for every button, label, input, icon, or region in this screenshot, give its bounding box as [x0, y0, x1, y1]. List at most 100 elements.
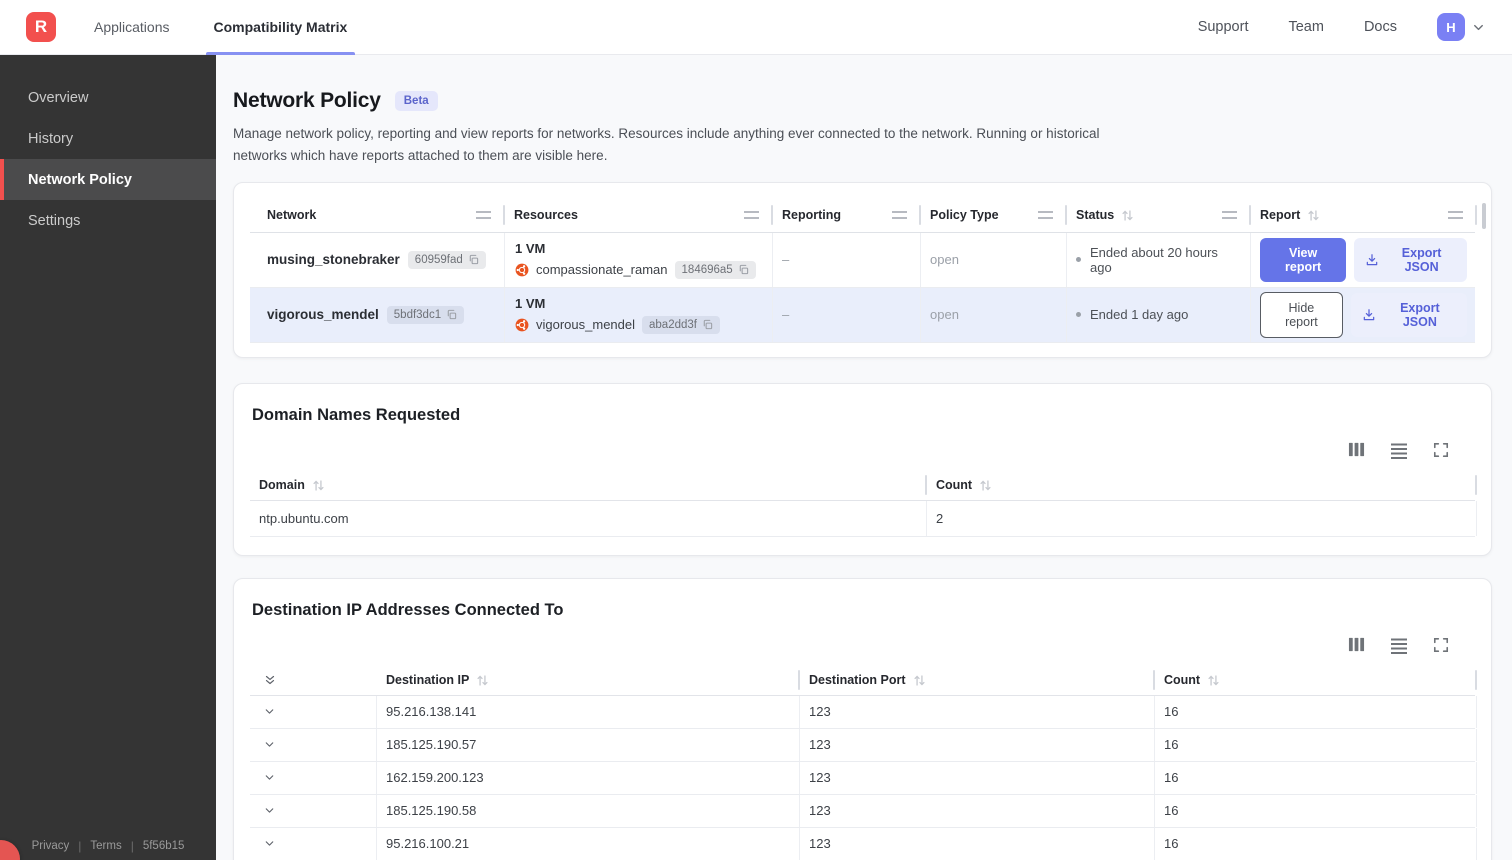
column-label: Status — [1076, 208, 1115, 223]
sort-icon[interactable] — [979, 479, 992, 492]
resource-name: compassionate_raman — [536, 262, 668, 278]
export-json-button[interactable]: Export JSON — [1354, 237, 1467, 282]
hide-report-button[interactable]: Hide report — [1260, 291, 1343, 338]
drag-handle-icon[interactable] — [1448, 211, 1463, 220]
app-logo[interactable]: R — [26, 12, 56, 42]
sort-icon[interactable] — [476, 674, 489, 687]
chevron-down-icon[interactable] — [263, 738, 276, 751]
link-docs[interactable]: Docs — [1364, 19, 1397, 35]
column-header-policy-type: Policy Type — [921, 205, 1067, 226]
caret-down-icon[interactable] — [1471, 20, 1486, 35]
destination-ip-value: 162.159.200.123 — [377, 761, 800, 794]
top-bar: R Applications Compatibility Matrix Supp… — [0, 0, 1512, 55]
card-title: Destination IP Addresses Connected To — [252, 600, 564, 619]
column-label: Policy Type — [930, 208, 999, 223]
column-label: Destination Port — [809, 673, 906, 688]
terms-link[interactable]: Terms — [90, 840, 121, 852]
rows-icon[interactable] — [1390, 636, 1408, 654]
beta-badge: Beta — [394, 91, 438, 111]
sort-icon[interactable] — [913, 674, 926, 687]
sort-icon[interactable] — [1207, 674, 1220, 687]
column-label: Count — [936, 478, 973, 493]
column-header-status: Status — [1067, 205, 1251, 226]
drag-handle-icon[interactable] — [1038, 211, 1053, 220]
drag-handle-icon[interactable] — [744, 211, 759, 220]
network-id-badge: 5bdf3dc1 — [386, 305, 465, 324]
column-header-resources: Resources — [505, 205, 773, 226]
destination-ip-value: 185.125.190.58 — [377, 794, 800, 827]
sidebar-item-network-policy[interactable]: Network Policy — [0, 159, 216, 200]
copy-icon[interactable] — [738, 264, 749, 275]
fullscreen-icon[interactable] — [1433, 637, 1449, 653]
fullscreen-icon[interactable] — [1433, 442, 1449, 458]
column-label: Domain — [259, 478, 305, 493]
top-bar-right: Support Team Docs H — [1198, 13, 1486, 41]
sort-icon[interactable] — [312, 479, 325, 492]
network-id-badge: 60959fad — [407, 250, 486, 269]
column-divider — [1475, 475, 1477, 496]
network-name: musing_stonebraker — [267, 252, 400, 268]
chevron-down-icon[interactable] — [263, 837, 276, 850]
tab-compatibility-matrix[interactable]: Compatibility Matrix — [205, 0, 356, 55]
column-label: Destination IP — [386, 673, 470, 688]
columns-icon[interactable] — [1348, 636, 1365, 653]
sidebar: Overview History Network Policy Settings… — [0, 55, 216, 860]
drag-handle-icon[interactable] — [892, 211, 907, 220]
network-row[interactable]: vigorous_mendel 5bdf3dc1 1 VM vigorous_m… — [250, 287, 1475, 343]
expand-all-header — [250, 673, 377, 687]
column-header-reporting: Reporting — [773, 205, 921, 226]
destination-row: 185.125.190.58 123 16 — [250, 794, 1477, 828]
networks-table-header: Network Resources Reporting Policy Type … — [250, 199, 1477, 233]
column-divider — [1475, 670, 1477, 691]
avatar[interactable]: H — [1437, 13, 1465, 41]
drag-handle-icon[interactable] — [1222, 211, 1237, 220]
sidebar-item-history[interactable]: History — [0, 118, 216, 159]
destination-ip-value: 95.216.138.141 — [377, 695, 800, 728]
reporting-value: – — [773, 232, 921, 287]
link-support[interactable]: Support — [1198, 19, 1249, 35]
network-id: 5bdf3dc1 — [393, 308, 442, 321]
count-value: 16 — [1155, 728, 1477, 761]
table-toolbar — [250, 441, 1449, 459]
user-menu[interactable]: H — [1437, 13, 1486, 41]
sidebar-item-overview[interactable]: Overview — [0, 77, 216, 118]
export-json-label: Export JSON — [1401, 245, 1442, 274]
copy-icon[interactable] — [468, 254, 479, 265]
destination-port-value: 123 — [800, 827, 1155, 860]
double-chevron-down-icon[interactable] — [263, 673, 277, 687]
status-dot — [1076, 257, 1081, 263]
column-header-network: Network — [250, 205, 505, 226]
sort-icon[interactable] — [1307, 209, 1320, 222]
resource-id: aba2dd3f — [649, 318, 697, 331]
destination-port-value: 123 — [800, 728, 1155, 761]
chevron-down-icon[interactable] — [263, 771, 276, 784]
sort-icon[interactable] — [1121, 209, 1134, 222]
scrollbar-thumb[interactable] — [1482, 202, 1486, 229]
footer-divider: | — [78, 839, 82, 853]
domain-value: ntp.ubuntu.com — [250, 500, 927, 536]
network-row[interactable]: musing_stonebraker 60959fad 1 VM compass… — [250, 232, 1475, 288]
status-dot — [1076, 312, 1081, 318]
page-description: Manage network policy, reporting and vie… — [233, 126, 1100, 163]
destination-table-header: Destination IP Destination Port Count — [250, 666, 1477, 696]
copy-icon[interactable] — [446, 309, 457, 320]
resource-name: vigorous_mendel — [536, 317, 636, 333]
copy-icon[interactable] — [702, 319, 713, 330]
chevron-down-icon[interactable] — [263, 705, 276, 718]
top-nav: Applications Compatibility Matrix — [94, 0, 356, 55]
destination-ip-value: 185.125.190.57 — [377, 728, 800, 761]
column-label: Resources — [514, 208, 578, 223]
chevron-down-icon[interactable] — [263, 804, 276, 817]
link-team[interactable]: Team — [1288, 19, 1323, 35]
view-report-button[interactable]: View report — [1260, 237, 1347, 282]
table-toolbar — [250, 636, 1449, 654]
rows-icon[interactable] — [1390, 441, 1408, 459]
tab-applications[interactable]: Applications — [94, 0, 170, 55]
privacy-link[interactable]: Privacy — [32, 840, 70, 852]
drag-handle-icon[interactable] — [476, 211, 491, 220]
status-text: Ended about 20 hours ago — [1090, 244, 1218, 275]
columns-icon[interactable] — [1348, 441, 1365, 458]
sidebar-item-settings[interactable]: Settings — [0, 200, 216, 241]
export-json-button[interactable]: Export JSON — [1350, 292, 1467, 337]
destination-row: 185.125.190.57 123 16 — [250, 728, 1477, 762]
